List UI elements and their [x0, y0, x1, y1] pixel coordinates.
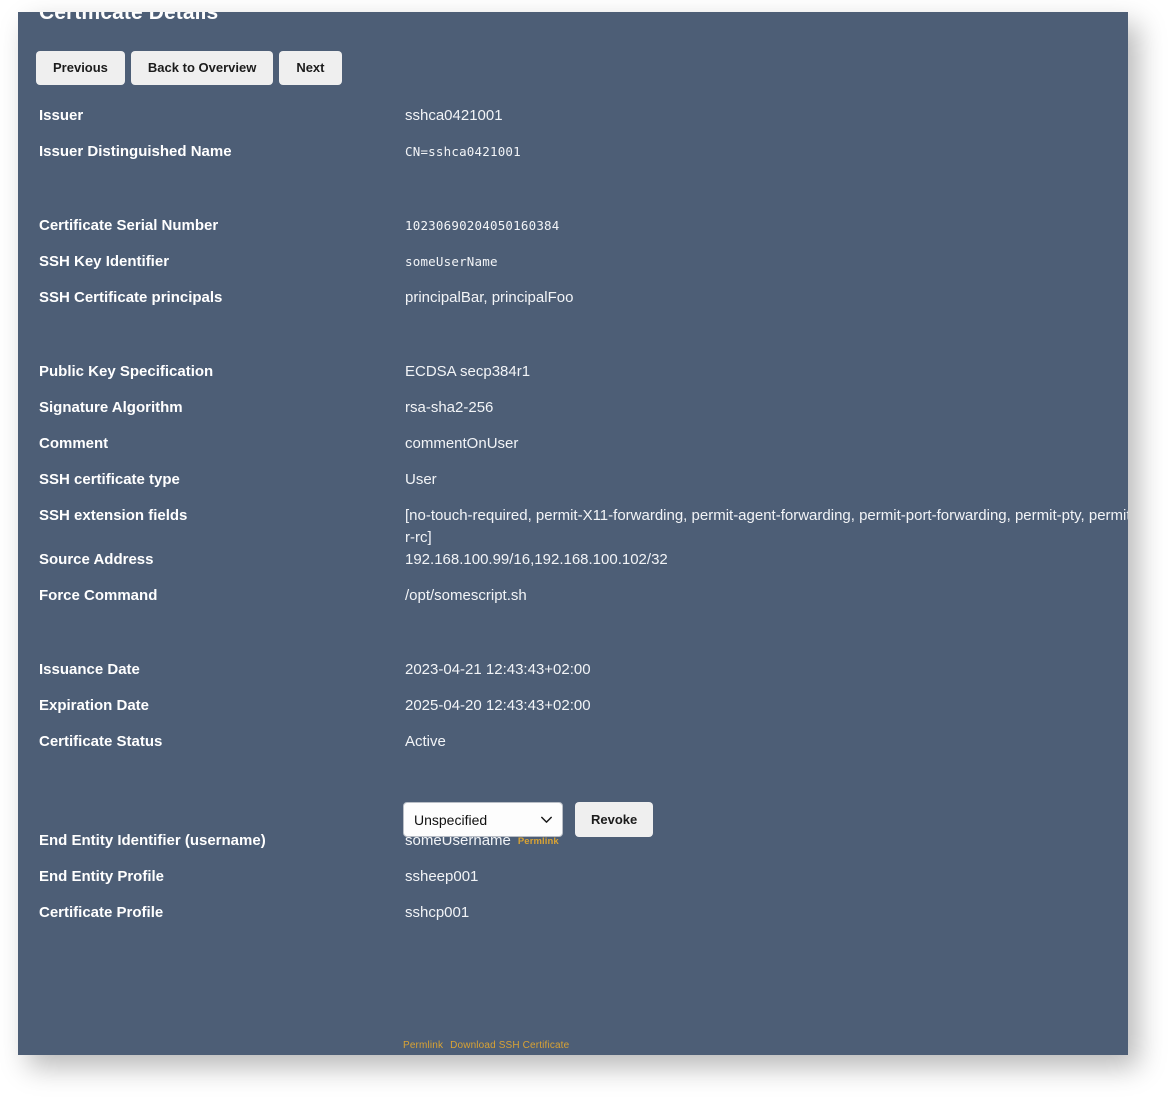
detail-value: 2025-04-20 12:43:43+02:00 — [405, 697, 591, 714]
detail-value: principalBar, principalFoo — [405, 289, 574, 306]
page-title: Certificate Details — [39, 12, 219, 24]
detail-row: SSH Key Identifier someUserName — [39, 251, 1128, 287]
revoke-reason-wrapper: Unspecified — [403, 802, 563, 837]
revoke-controls: Unspecified Revoke — [403, 802, 654, 837]
detail-label: SSH certificate type — [39, 471, 180, 488]
detail-value: someUserName — [405, 254, 498, 269]
detail-label: Certificate Serial Number — [39, 217, 219, 234]
inline-permlink-link[interactable]: Permlink — [518, 836, 559, 847]
detail-row: Public Key Specification ECDSA secp384r1 — [39, 361, 1128, 397]
detail-label: SSH extension fields — [39, 507, 188, 524]
detail-value: CN=sshca0421001 — [405, 144, 521, 159]
detail-label: Signature Algorithm — [39, 399, 183, 416]
detail-row-spacer — [39, 621, 1128, 659]
detail-row: Force Command/opt/somescript.sh — [39, 585, 1128, 621]
previous-button[interactable]: Previous — [36, 51, 125, 85]
detail-label: Comment — [39, 435, 109, 452]
back-to-overview-button[interactable]: Back to Overview — [130, 51, 274, 85]
detail-row: Source Address 192.168.100.99/16,192.168.… — [39, 549, 1128, 585]
detail-value: sshca0421001 — [405, 107, 503, 124]
detail-value: User — [405, 471, 437, 488]
next-button[interactable]: Next — [279, 51, 342, 85]
detail-value: sshcp001 — [405, 904, 470, 921]
detail-value: ssheep001 — [405, 868, 479, 885]
detail-value: commentOnUser — [405, 435, 519, 452]
detail-value: Active — [405, 733, 446, 750]
detail-value: rsa-sha2-256 — [405, 399, 494, 416]
detail-row: Certificate Profile sshcp001 — [39, 902, 1128, 938]
revoke-button[interactable]: Revoke — [575, 802, 654, 837]
detail-row-spacer — [39, 177, 1128, 215]
detail-row: Expiration Date 2025-04-20 12:43:43+02:00 — [39, 695, 1128, 731]
detail-row: SSH extension fields [no-touch-required, … — [39, 505, 1128, 549]
page-root: Certificate Details Previous Back to Ove… — [0, 0, 1174, 1104]
detail-row: Issuance Date 2023-04-21 12:43:43+02:00 — [39, 659, 1128, 695]
detail-row: Comment commentOnUser — [39, 433, 1128, 469]
detail-row: SSH certificate type User — [39, 469, 1128, 505]
detail-label: Force Command — [39, 587, 158, 604]
detail-row: End Entity Profile ssheep001 — [39, 866, 1128, 902]
footer-links: Permlink Download SSH Certificate — [403, 1040, 569, 1051]
navigation-toolbar: Previous Back to Overview Next — [36, 51, 342, 85]
detail-row-spacer — [39, 323, 1128, 361]
detail-label: Issuer — [39, 107, 84, 124]
detail-row: Issuer Distinguished Name CN=sshca0421001 — [39, 141, 1128, 177]
detail-row: Signature Algorithm rsa-sha2-256 — [39, 397, 1128, 433]
footer-permlink-link[interactable]: Permlink — [403, 1040, 443, 1051]
detail-row: Certificate Status Active — [39, 731, 1128, 767]
detail-label: End Entity Identifier (username) — [39, 832, 266, 849]
detail-label: SSH Certificate principals — [39, 289, 223, 306]
detail-value: [no-touch-required, permit-X11-forwardin… — [405, 507, 1128, 546]
detail-label: End Entity Profile — [39, 868, 165, 885]
detail-label: Issuer Distinguished Name — [39, 143, 232, 160]
detail-label: Issuance Date — [39, 661, 140, 678]
detail-label: Certificate Status — [39, 733, 163, 750]
detail-row: SSH Certificate principals principalBar, … — [39, 287, 1128, 323]
detail-row: Certificate Serial Number 102306902040501… — [39, 215, 1128, 251]
detail-label: Expiration Date — [39, 697, 150, 714]
detail-value: 10230690204050160384 — [405, 218, 560, 233]
detail-value: 2023-04-21 12:43:43+02:00 — [405, 661, 591, 678]
detail-value: /opt/somescript.sh — [405, 587, 527, 604]
revoke-reason-select[interactable]: Unspecified — [403, 802, 563, 837]
detail-value: 192.168.100.99/16,192.168.100.102/32 — [405, 551, 668, 568]
detail-label: SSH Key Identifier — [39, 253, 170, 270]
detail-value: ECDSA secp384r1 — [405, 363, 531, 380]
detail-row: Issuer sshca0421001 — [39, 105, 1128, 141]
detail-label: Public Key Specification — [39, 363, 214, 380]
detail-label: Certificate Profile — [39, 904, 164, 921]
certificate-details-panel: Certificate Details Previous Back to Ove… — [18, 12, 1128, 1055]
detail-label: Source Address — [39, 551, 154, 568]
download-ssh-certificate-link[interactable]: Download SSH Certificate — [450, 1040, 569, 1051]
